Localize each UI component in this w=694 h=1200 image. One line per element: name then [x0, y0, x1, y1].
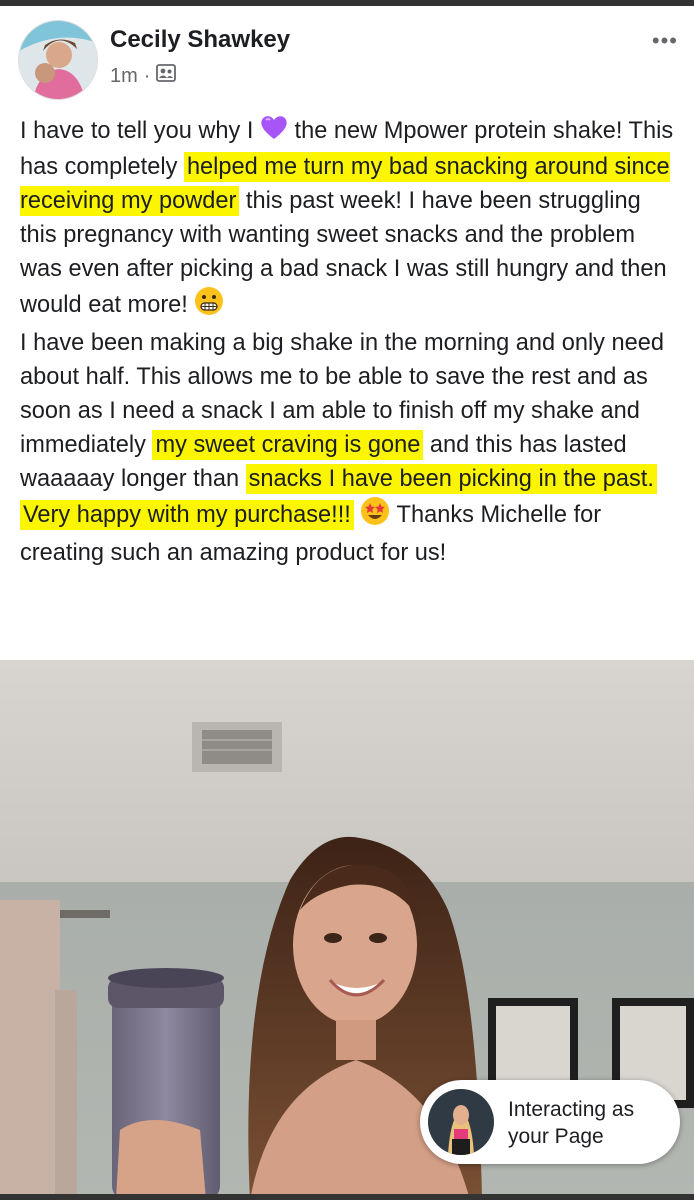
highlighted-text: my sweet craving is gone [152, 430, 424, 460]
purple-heart-emoji [260, 114, 288, 150]
highlighted-text: snacks I have been picking in the past. [245, 464, 657, 494]
top-edge [0, 0, 694, 6]
author-avatar[interactable] [18, 20, 98, 100]
post-paragraph-1: I have to tell you why I the new Mpower … [20, 114, 680, 326]
interacting-as-page-badge[interactable]: Interacting as your Page [420, 1080, 680, 1164]
post-paragraph-3: Very happy with my purchase!!! Thanks Mi… [20, 496, 680, 570]
post-paragraph-2: I have been making a big shake in the mo… [20, 326, 680, 496]
post-time[interactable]: 1m [110, 65, 138, 88]
star-struck-emoji [360, 496, 390, 536]
group-audience-icon [156, 64, 177, 88]
highlighted-text: Very happy with my purchase!!! [20, 500, 354, 531]
badge-line-2: your Page [508, 1125, 604, 1148]
meta-separator: · [143, 64, 151, 87]
badge-line-1: Interacting as [508, 1098, 635, 1121]
grimacing-face-emoji [194, 286, 224, 326]
text-segment: I have to tell you why I [20, 118, 260, 145]
post-card: Cecily Shawkey 1m · ••• I have to tell y… [0, 0, 694, 1200]
badge-text: Interacting as your Page [508, 1096, 668, 1150]
post-header: Cecily Shawkey 1m · ••• [18, 16, 678, 100]
post-text: I have to tell you why I the new Mpower … [20, 114, 680, 570]
page-avatar [428, 1089, 494, 1155]
post-meta: 1m · [110, 64, 177, 88]
author-name[interactable]: Cecily Shawkey [110, 26, 290, 54]
bottom-edge [0, 1194, 694, 1200]
more-options-icon[interactable]: ••• [652, 28, 678, 54]
